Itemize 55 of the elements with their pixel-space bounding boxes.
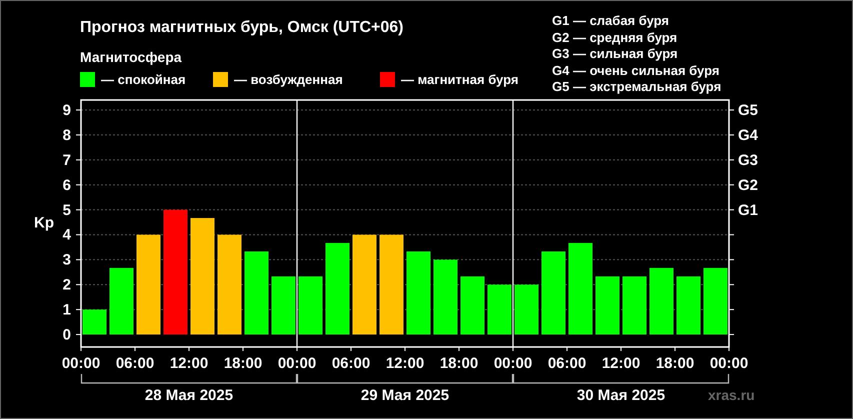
y-tick-label: 7 xyxy=(62,152,71,169)
storm-level-label: G1 xyxy=(738,202,758,219)
x-tick-label: 12:00 xyxy=(602,355,640,372)
storm-scale-item: G1 — слабая буря xyxy=(552,13,670,30)
x-tick-label: 06:00 xyxy=(332,355,370,372)
y-tick-label: 8 xyxy=(62,126,71,144)
storm-level-label: G4 xyxy=(738,126,758,144)
legend-title: Магнитосфера xyxy=(80,49,183,65)
credit-text: xras.ru xyxy=(708,387,755,403)
x-tick-label: 06:00 xyxy=(548,355,586,372)
y-tick-label: 5 xyxy=(62,202,71,219)
kp-bar xyxy=(704,268,728,335)
x-tick-label: 18:00 xyxy=(224,355,262,372)
kp-bar xyxy=(650,268,674,335)
x-tick-label: 00:00 xyxy=(278,355,316,372)
axis-title: Kp xyxy=(34,214,54,232)
x-tick-label: 06:00 xyxy=(116,355,154,372)
x-tick-label: 18:00 xyxy=(656,355,694,372)
storm-level-label: G2 xyxy=(738,176,758,194)
x-tick-label: 00:00 xyxy=(494,355,532,372)
storm-scale-item: G2 — средняя буря xyxy=(552,30,678,46)
date-label: 28 Мая 2025 xyxy=(144,387,234,404)
kp-bar xyxy=(676,276,700,335)
y-tick-label: 2 xyxy=(62,276,71,294)
kp-bar xyxy=(110,268,134,335)
x-tick-label: 12:00 xyxy=(170,355,208,372)
y-tick-label: 9 xyxy=(62,102,71,119)
x-tick-label: 00:00 xyxy=(710,355,748,372)
storm-scale-item: G3 — сильная буря xyxy=(552,46,679,63)
y-tick-label: 0 xyxy=(62,326,71,344)
storm-scale-item: G4 — очень сильная буря xyxy=(552,62,720,80)
x-tick-label: 12:00 xyxy=(386,355,424,372)
x-tick-label: 18:00 xyxy=(440,355,478,372)
kp-bar xyxy=(272,276,296,335)
y-tick-label: 4 xyxy=(62,226,71,244)
y-tick-label: 6 xyxy=(62,176,71,194)
storm-level-label: G3 xyxy=(738,152,758,169)
kp-bar xyxy=(298,276,322,335)
x-tick-label: 00:00 xyxy=(62,355,100,372)
kp-bar xyxy=(488,284,512,335)
storm-level-label: G5 xyxy=(738,102,758,119)
legend-label: — возбужденная xyxy=(234,72,343,87)
legend-label: — спокойная xyxy=(101,72,186,87)
storm-scale-item: G5 — экстремальная буря xyxy=(552,79,722,96)
kp-bar xyxy=(82,310,106,335)
date-label: 29 Мая 2025 xyxy=(360,387,450,404)
chart-title: Прогноз магнитных бурь, Омск (UTC+06) xyxy=(80,19,404,38)
y-tick-label: 3 xyxy=(62,252,71,269)
kp-bar xyxy=(622,276,646,335)
kp-bar xyxy=(596,276,620,335)
kp-bar xyxy=(460,276,484,335)
legend-label: — магнитная буря xyxy=(401,72,518,87)
date-label: 30 Мая 2025 xyxy=(576,387,666,404)
y-tick-label: 1 xyxy=(62,302,71,319)
kp-bar xyxy=(514,284,538,335)
